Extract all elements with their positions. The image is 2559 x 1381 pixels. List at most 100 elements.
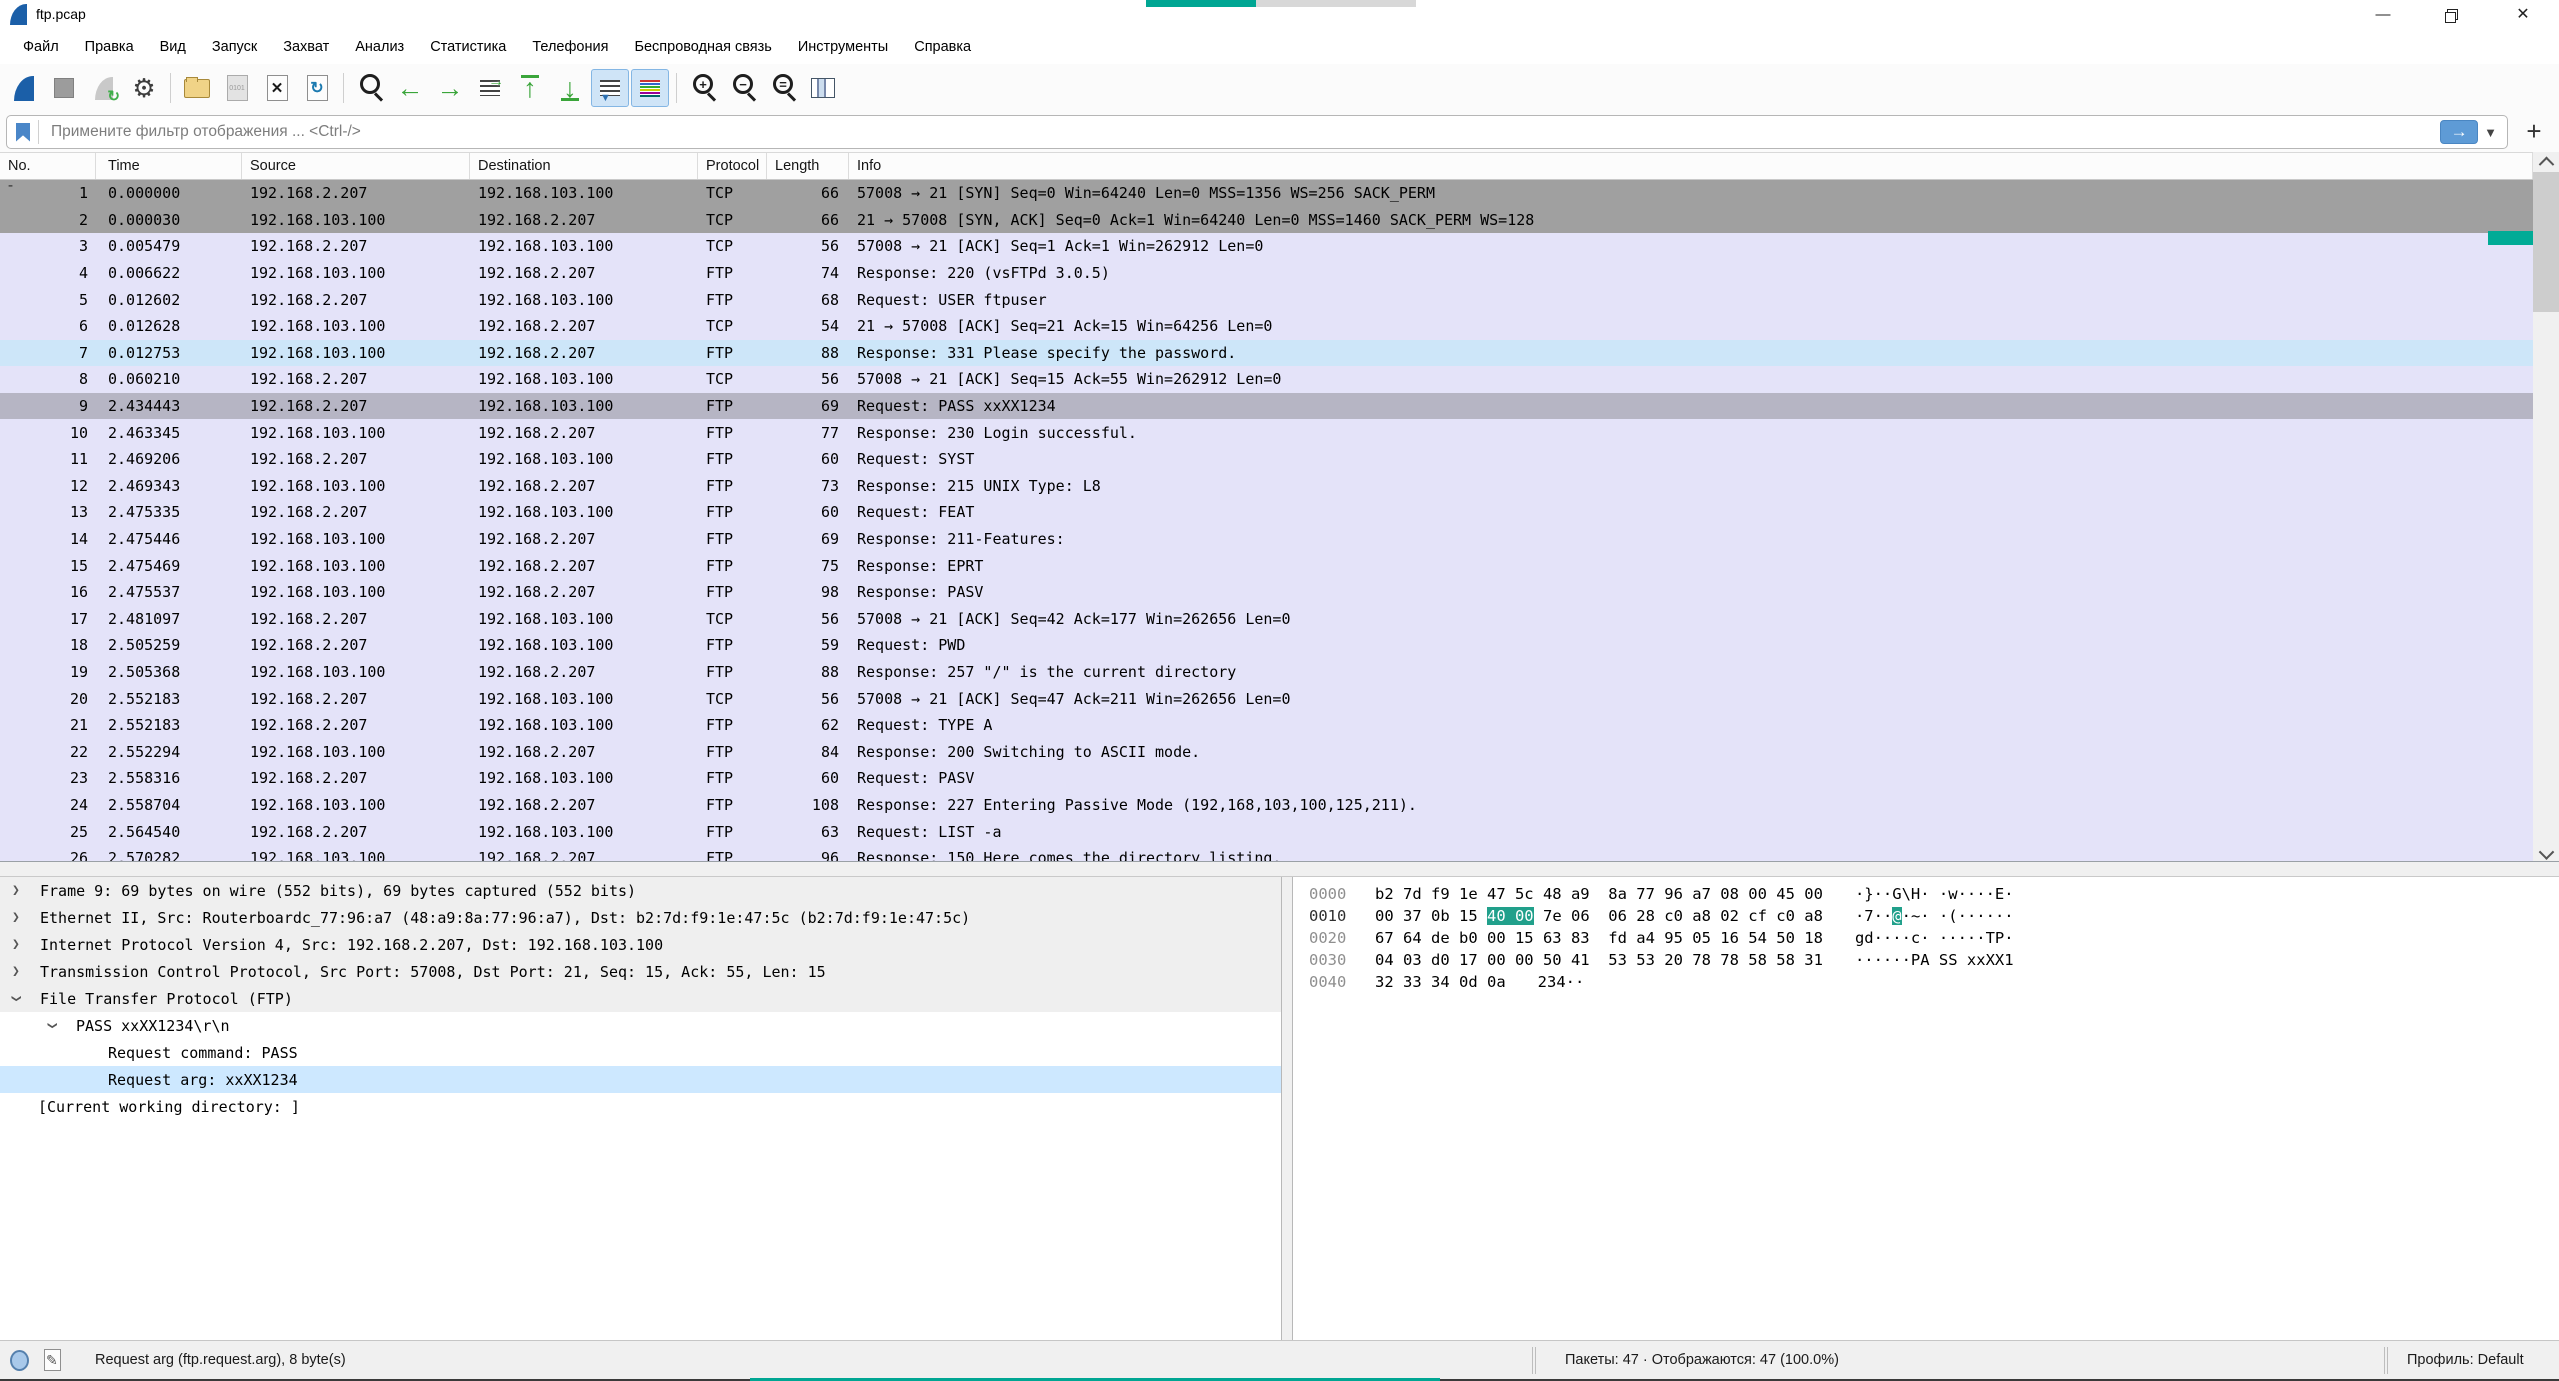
menu-item-capture[interactable]: Захват [270, 34, 342, 60]
hex-ascii[interactable]: ·}··G\H· ·w····E· [1855, 885, 2014, 907]
hex-bytes[interactable]: 67 64 de b0 00 15 63 83 fd a4 95 05 16 5… [1375, 929, 1823, 951]
packet-row[interactable]: 262.570282192.168.103.100192.168.2.207FT… [0, 845, 2533, 861]
packet-row[interactable]: 112.469206192.168.2.207192.168.103.100FT… [0, 446, 2533, 473]
auto-scroll-button[interactable] [591, 69, 629, 107]
packet-row[interactable]: 192.505368192.168.103.100192.168.2.207FT… [0, 659, 2533, 686]
expert-info-icon[interactable] [10, 1350, 29, 1371]
menu-item-go[interactable]: Запуск [199, 34, 270, 60]
prev-packet-button[interactable]: ← [391, 69, 429, 107]
packet-row[interactable]: 172.481097192.168.2.207192.168.103.100TC… [0, 606, 2533, 633]
menu-item-telephony[interactable]: Телефония [519, 34, 621, 60]
zoom-100-button[interactable] [764, 69, 802, 107]
detail-row[interactable]: ❯Internet Protocol Version 4, Src: 192.1… [0, 931, 1281, 958]
packet-row[interactable]: 30.005479192.168.2.207192.168.103.100TCP… [0, 233, 2533, 260]
column-header-info[interactable]: Info [849, 153, 2533, 179]
menu-item-file[interactable]: Файл [10, 34, 72, 60]
vertical-splitter[interactable] [1281, 877, 1293, 1340]
menu-item-wireless[interactable]: Беспроводная связь [621, 34, 784, 60]
packet-row[interactable]: 202.552183192.168.2.207192.168.103.100TC… [0, 685, 2533, 712]
goto-packet-button[interactable] [471, 69, 509, 107]
restart-capture-button[interactable] [85, 69, 123, 107]
column-header-protocol[interactable]: Protocol [698, 153, 767, 179]
hex-ascii[interactable]: gd····c· ·····TP· [1855, 929, 2014, 951]
packet-row[interactable]: 122.469343192.168.103.100192.168.2.207FT… [0, 473, 2533, 500]
add-filter-button[interactable]: + [2516, 114, 2552, 150]
hex-line[interactable]: 003004 03 d0 17 00 00 50 41 53 53 20 78 … [1309, 951, 2559, 973]
detail-row[interactable]: Request arg: xxXX1234 [0, 1066, 1281, 1093]
packet-row[interactable]: 20.000030192.168.103.100192.168.2.207TCP… [0, 207, 2533, 234]
detail-row[interactable]: ❯Transmission Control Protocol, Src Port… [0, 958, 1281, 985]
minimize-button[interactable]: — [2360, 0, 2406, 30]
hex-bytes[interactable]: b2 7d f9 1e 47 5c 48 a9 8a 77 96 a7 08 0… [1375, 885, 1823, 907]
hex-ascii[interactable]: ······PA SS xxXX1 [1855, 951, 2014, 973]
hex-line[interactable]: 001000 37 0b 15 40 00 7e 06 06 28 c0 a8 … [1309, 907, 2559, 929]
horizontal-splitter[interactable] [0, 861, 2559, 877]
find-packet-button[interactable] [351, 69, 389, 107]
packet-row[interactable]: 132.475335192.168.2.207192.168.103.100FT… [0, 499, 2533, 526]
hex-line[interactable]: 002067 64 de b0 00 15 63 83 fd a4 95 05 … [1309, 929, 2559, 951]
packet-row[interactable]: 142.475446192.168.103.100192.168.2.207FT… [0, 526, 2533, 553]
packet-row[interactable]: 212.552183192.168.2.207192.168.103.100FT… [0, 712, 2533, 739]
expand-chevron-icon[interactable]: ❯ [12, 937, 20, 952]
detail-row[interactable]: ❯Frame 9: 69 bytes on wire (552 bits), 6… [0, 877, 1281, 904]
packet-row[interactable]: 92.434443192.168.2.207192.168.103.100FTP… [0, 393, 2533, 420]
detail-row[interactable]: ❯PASS xxXX1234\r\n [0, 1012, 1281, 1039]
first-packet-button[interactable]: ↑ [511, 69, 549, 107]
stop-capture-button[interactable] [45, 69, 83, 107]
packet-row[interactable]: 102.463345192.168.103.100192.168.2.207FT… [0, 419, 2533, 446]
scroll-down-icon[interactable] [2533, 844, 2559, 862]
hex-bytes[interactable]: 32 33 34 0d 0a [1375, 973, 1506, 995]
expand-chevron-icon[interactable]: ❯ [12, 910, 20, 925]
packet-row[interactable]: 40.006622192.168.103.100192.168.2.207FTP… [0, 260, 2533, 287]
collapse-chevron-icon[interactable]: ❯ [8, 995, 23, 1003]
capture-options-button[interactable] [125, 69, 163, 107]
scrollbar-thumb[interactable] [2533, 172, 2559, 312]
maximize-button[interactable] [2428, 0, 2474, 30]
save-file-button[interactable] [218, 69, 256, 107]
packet-row[interactable]: 232.558316192.168.2.207192.168.103.100FT… [0, 765, 2533, 792]
collapse-chevron-icon[interactable]: ❯ [44, 1022, 59, 1030]
start-capture-button[interactable] [5, 69, 43, 107]
detail-row[interactable]: [Current working directory: ] [0, 1093, 1281, 1120]
hex-bytes[interactable]: 00 37 0b 15 40 00 7e 06 06 28 c0 a8 02 c… [1375, 907, 1823, 929]
next-packet-button[interactable]: → [431, 69, 469, 107]
hex-ascii[interactable]: 234·· [1538, 973, 1585, 995]
colorize-button[interactable] [631, 69, 669, 107]
packet-row[interactable]: -10.000000192.168.2.207192.168.103.100TC… [0, 180, 2533, 207]
capture-comment-icon[interactable] [44, 1349, 61, 1371]
close-button[interactable]: ✕ [2500, 0, 2546, 30]
column-header-length[interactable]: Length [767, 153, 849, 179]
packet-row[interactable]: 252.564540192.168.2.207192.168.103.100FT… [0, 818, 2533, 845]
column-header-no[interactable]: No. [0, 153, 96, 179]
scroll-up-icon[interactable] [2533, 152, 2559, 170]
expand-chevron-icon[interactable]: ❯ [12, 883, 20, 898]
hex-line[interactable]: 004032 33 34 0d 0a234·· [1309, 973, 2559, 995]
packet-row[interactable]: 80.060210192.168.2.207192.168.103.100TCP… [0, 366, 2533, 393]
packet-row[interactable]: 242.558704192.168.103.100192.168.2.207FT… [0, 792, 2533, 819]
hex-ascii[interactable]: ·7··@·~· ·(······ [1855, 907, 2014, 929]
close-file-button[interactable] [258, 69, 296, 107]
resize-columns-button[interactable] [804, 69, 842, 107]
column-header-source[interactable]: Source [242, 153, 470, 179]
packet-row[interactable]: 222.552294192.168.103.100192.168.2.207FT… [0, 738, 2533, 765]
filter-bookmark-icon[interactable] [16, 123, 30, 142]
status-profile[interactable]: Профиль: Default [2407, 1352, 2524, 1368]
zoom-in-button[interactable] [684, 69, 722, 107]
menu-item-tools[interactable]: Инструменты [785, 34, 901, 60]
column-header-destination[interactable]: Destination [470, 153, 698, 179]
detail-row[interactable]: Request command: PASS [0, 1039, 1281, 1066]
packet-row[interactable]: 60.012628192.168.103.100192.168.2.207TCP… [0, 313, 2533, 340]
packet-row[interactable]: 182.505259192.168.2.207192.168.103.100FT… [0, 632, 2533, 659]
display-filter-input[interactable] [49, 122, 2440, 142]
apply-filter-button[interactable]: → [2440, 120, 2478, 144]
packet-row[interactable]: 152.475469192.168.103.100192.168.2.207FT… [0, 552, 2533, 579]
last-packet-button[interactable]: ↓ [551, 69, 589, 107]
filter-history-chevron-icon[interactable]: ▼ [2484, 125, 2497, 140]
menu-item-statistics[interactable]: Статистика [417, 34, 519, 60]
column-header-time[interactable]: Time [96, 153, 242, 179]
open-file-button[interactable] [178, 69, 216, 107]
detail-row[interactable]: ❯File Transfer Protocol (FTP) [0, 985, 1281, 1012]
packet-row[interactable]: 50.012602192.168.2.207192.168.103.100FTP… [0, 286, 2533, 313]
packet-list-scrollbar[interactable] [2533, 152, 2559, 862]
hex-line[interactable]: 0000b2 7d f9 1e 47 5c 48 a9 8a 77 96 a7 … [1309, 885, 2559, 907]
